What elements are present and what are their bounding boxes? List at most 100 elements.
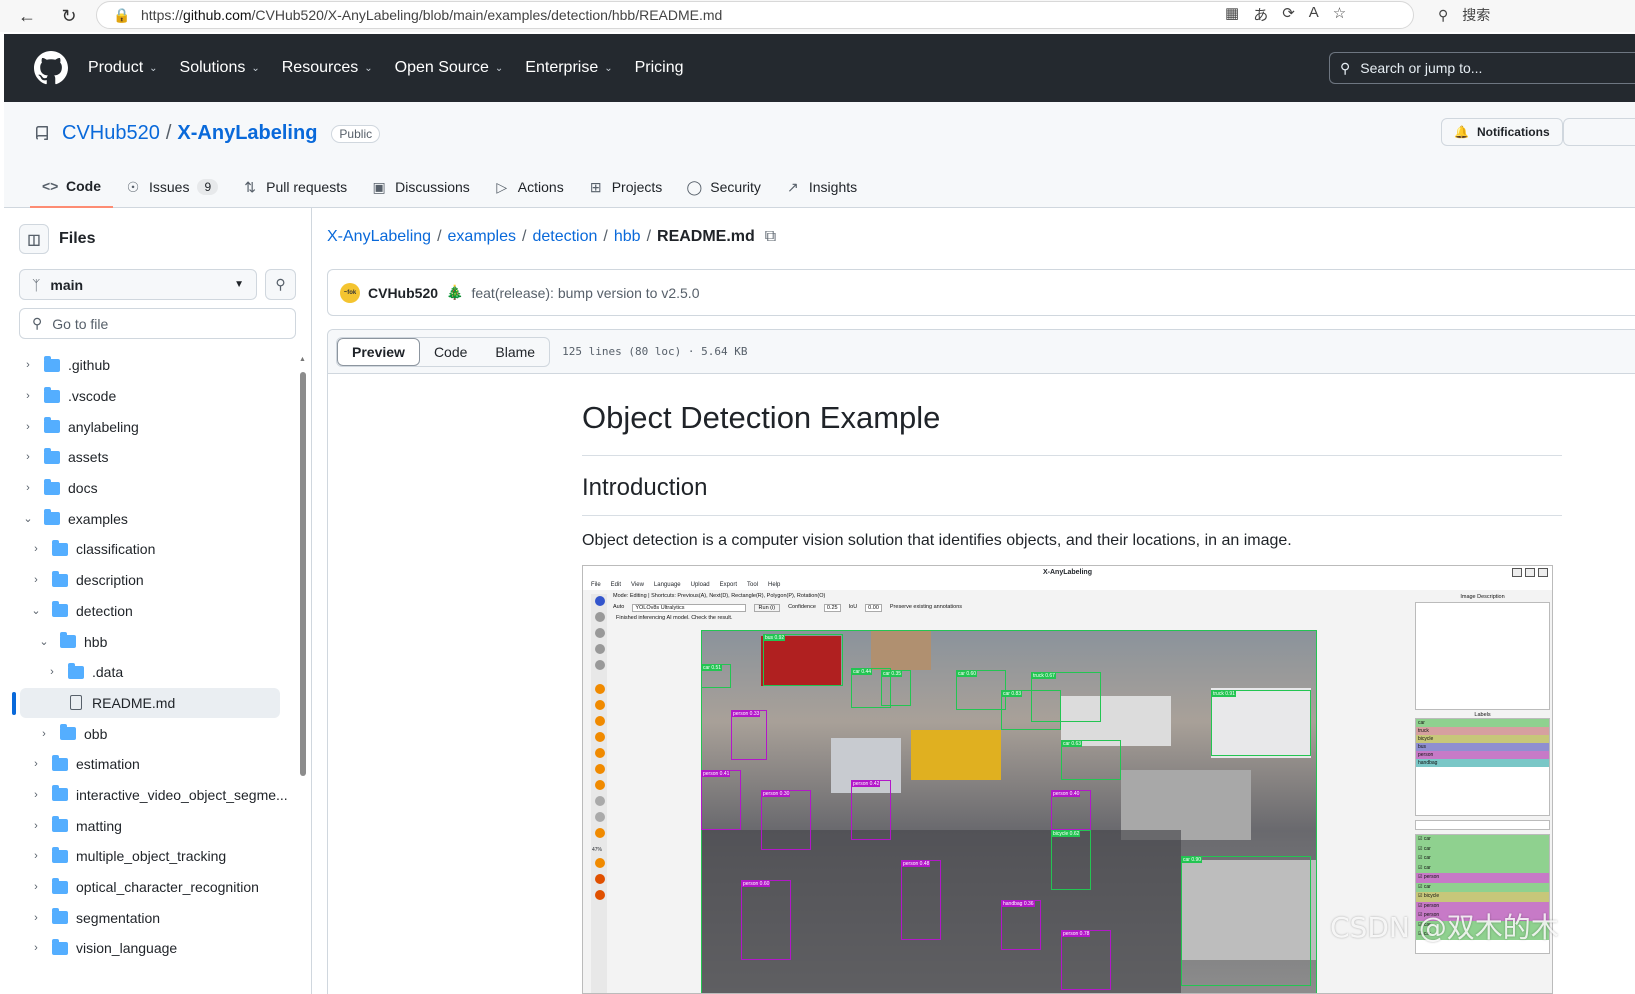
tab-issues[interactable]: ☉ Issues 9 — [113, 166, 230, 208]
sidebar-scrollbar[interactable] — [300, 372, 306, 776]
nav-resources[interactable]: Resources ⌄ — [282, 59, 383, 77]
chevron-right-icon[interactable]: › — [22, 451, 34, 463]
code-button[interactable]: Code — [420, 338, 481, 366]
app-menubar: File Edit View Language Upload Export Tool Help — [583, 579, 1552, 590]
file-tree-folder[interactable]: › anylabeling — [4, 411, 296, 442]
avatar[interactable]: ~fok — [340, 282, 360, 303]
file-tree-folder[interactable]: › .data — [4, 657, 296, 688]
url-host: github.com — [183, 7, 252, 23]
shield-icon: ◯ — [686, 178, 703, 195]
breadcrumb-repo-link[interactable]: X-AnyLabeling — [327, 228, 431, 246]
search-files-button[interactable]: ⚲ — [265, 269, 296, 300]
fork-button[interactable] — [1563, 118, 1635, 146]
file-tree-folder[interactable]: › estimation — [4, 749, 296, 780]
blame-button[interactable]: Blame — [481, 338, 549, 366]
detection-box: person 0.42 — [851, 780, 891, 840]
address-bar[interactable]: 🔒 https://github.com/CVHub520/X-AnyLabel… — [96, 1, 1414, 29]
commit-author[interactable]: CVHub520 — [368, 285, 438, 301]
reload-icon[interactable]: ↻ — [54, 1, 84, 31]
copy-path-icon[interactable]: ⧉ — [765, 228, 776, 246]
notifications-button[interactable]: 🔔 Notifications — [1441, 118, 1563, 146]
app-menu-item: Help — [768, 581, 781, 588]
file-tree-folder[interactable]: › optical_character_recognition — [4, 872, 296, 903]
app-shape-item: ☑ bicycle — [1416, 892, 1549, 902]
chevron-right-icon[interactable]: › — [30, 942, 42, 954]
chevron-right-icon[interactable]: › — [30, 574, 42, 586]
breadcrumb-hbb-link[interactable]: hbb — [614, 228, 641, 246]
detection-box: car 0.60 — [956, 670, 1006, 710]
file-tree-folder[interactable]: › obb — [4, 718, 296, 749]
file-tree-folder[interactable]: ⌄ hbb — [4, 626, 296, 657]
file-tree-label: docs — [68, 480, 98, 497]
chevron-down-icon[interactable]: ⌄ — [22, 512, 34, 525]
preview-button[interactable]: Preview — [337, 337, 420, 366]
chevron-right-icon[interactable]: › — [46, 666, 58, 678]
chevron-down-icon[interactable]: ⌄ — [30, 604, 42, 617]
collapse-panel-button[interactable]: ◫ — [19, 224, 49, 254]
file-tree-folder[interactable]: › assets — [4, 442, 296, 473]
folder-icon — [52, 601, 68, 618]
repo-name-link[interactable]: X-AnyLabeling — [177, 122, 317, 145]
global-search-input[interactable]: ⚲ Search or jump to... — [1329, 52, 1635, 84]
chevron-right-icon[interactable]: › — [30, 850, 42, 862]
nav-open-source[interactable]: Open Source ⌄ — [395, 59, 514, 77]
file-tree-folder[interactable]: › multiple_object_tracking — [4, 841, 296, 872]
file-tree-file[interactable]: README.md — [12, 687, 280, 719]
chevron-right-icon[interactable]: › — [30, 543, 42, 555]
breadcrumb-detection-link[interactable]: detection — [532, 228, 597, 246]
file-tree-folder[interactable]: › matting — [4, 810, 296, 841]
file-tree-folder[interactable]: › .github — [4, 350, 296, 381]
commit-message[interactable]: feat(release): bump version to v2.5.0 — [471, 285, 699, 301]
favorite-star-icon[interactable]: ☆ — [1333, 4, 1346, 25]
chevron-right-icon[interactable]: › — [38, 728, 50, 740]
tab-pull-requests[interactable]: ⇅ Pull requests — [230, 166, 359, 208]
chevron-right-icon[interactable]: › — [22, 482, 34, 494]
file-tree-folder[interactable]: › vision_language — [4, 933, 296, 964]
nav-product[interactable]: Product ⌄ — [88, 59, 168, 77]
file-tree-folder[interactable]: › description — [4, 565, 296, 596]
tab-insights[interactable]: ↗ Insights — [773, 166, 869, 208]
go-to-file-input[interactable]: ⚲ Go to file — [19, 308, 296, 339]
chevron-down-icon[interactable]: ⌄ — [38, 635, 50, 648]
file-tree-folder[interactable]: ⌄ detection — [4, 596, 296, 627]
branch-select[interactable]: ᛉ main ▼ — [19, 269, 257, 300]
sync-icon[interactable]: ⟳ — [1282, 4, 1295, 25]
tab-projects[interactable]: ⊞ Projects — [576, 166, 675, 208]
read-aloud-icon[interactable]: A — [1309, 4, 1319, 25]
chevron-right-icon[interactable]: › — [30, 758, 42, 770]
tab-actions[interactable]: ▷ Actions — [482, 166, 576, 208]
chevron-right-icon[interactable]: › — [30, 912, 42, 924]
chevron-right-icon[interactable]: › — [30, 881, 42, 893]
chevron-right-icon[interactable]: › — [22, 359, 34, 371]
chevron-right-icon[interactable]: › — [30, 820, 42, 832]
detection-label: car 0.90 — [1182, 857, 1203, 863]
chevron-right-icon[interactable]: › — [22, 390, 34, 402]
file-tree-folder[interactable]: › .vscode — [4, 381, 296, 412]
nav-pricing[interactable]: Pricing — [635, 59, 694, 77]
browser-search[interactable]: ⚲ 搜索 — [1422, 1, 1635, 29]
nav-enterprise-label: Enterprise — [525, 59, 599, 76]
repo-owner-link[interactable]: CVHub520 — [62, 122, 160, 145]
apps-icon[interactable]: ▦ — [1225, 4, 1239, 25]
file-tree-folder[interactable]: › docs — [4, 473, 296, 504]
chevron-right-icon[interactable]: › — [30, 789, 42, 801]
file-tree-folder[interactable]: › segmentation — [4, 902, 296, 933]
breadcrumb-examples-link[interactable]: examples — [448, 228, 516, 246]
tab-code[interactable]: <> Code — [30, 166, 113, 208]
detection-label: car 0.83 — [1002, 691, 1023, 697]
file-tree-folder[interactable]: ⌄ examples — [4, 503, 296, 534]
tool-rotation-icon — [595, 716, 605, 726]
tab-discussions[interactable]: ▣ Discussions — [359, 166, 482, 208]
translate-icon[interactable]: あ — [1253, 4, 1268, 25]
file-tree-folder[interactable]: › classification — [4, 534, 296, 565]
scroll-up-arrow-icon[interactable]: ▲ — [299, 356, 306, 363]
chevron-right-icon[interactable]: › — [22, 421, 34, 433]
back-arrow-icon[interactable]: ← — [12, 1, 42, 31]
app-shape-item: ☑ car — [1416, 835, 1549, 845]
github-logo-icon[interactable] — [34, 51, 68, 85]
nav-enterprise[interactable]: Enterprise ⌄ — [525, 59, 622, 77]
nav-solutions[interactable]: Solutions ⌄ — [180, 59, 270, 77]
tab-security[interactable]: ◯ Security — [674, 166, 773, 208]
image-description-label: Image Description — [1460, 594, 1505, 600]
file-tree-folder[interactable]: › interactive_video_object_segme... — [4, 780, 296, 811]
